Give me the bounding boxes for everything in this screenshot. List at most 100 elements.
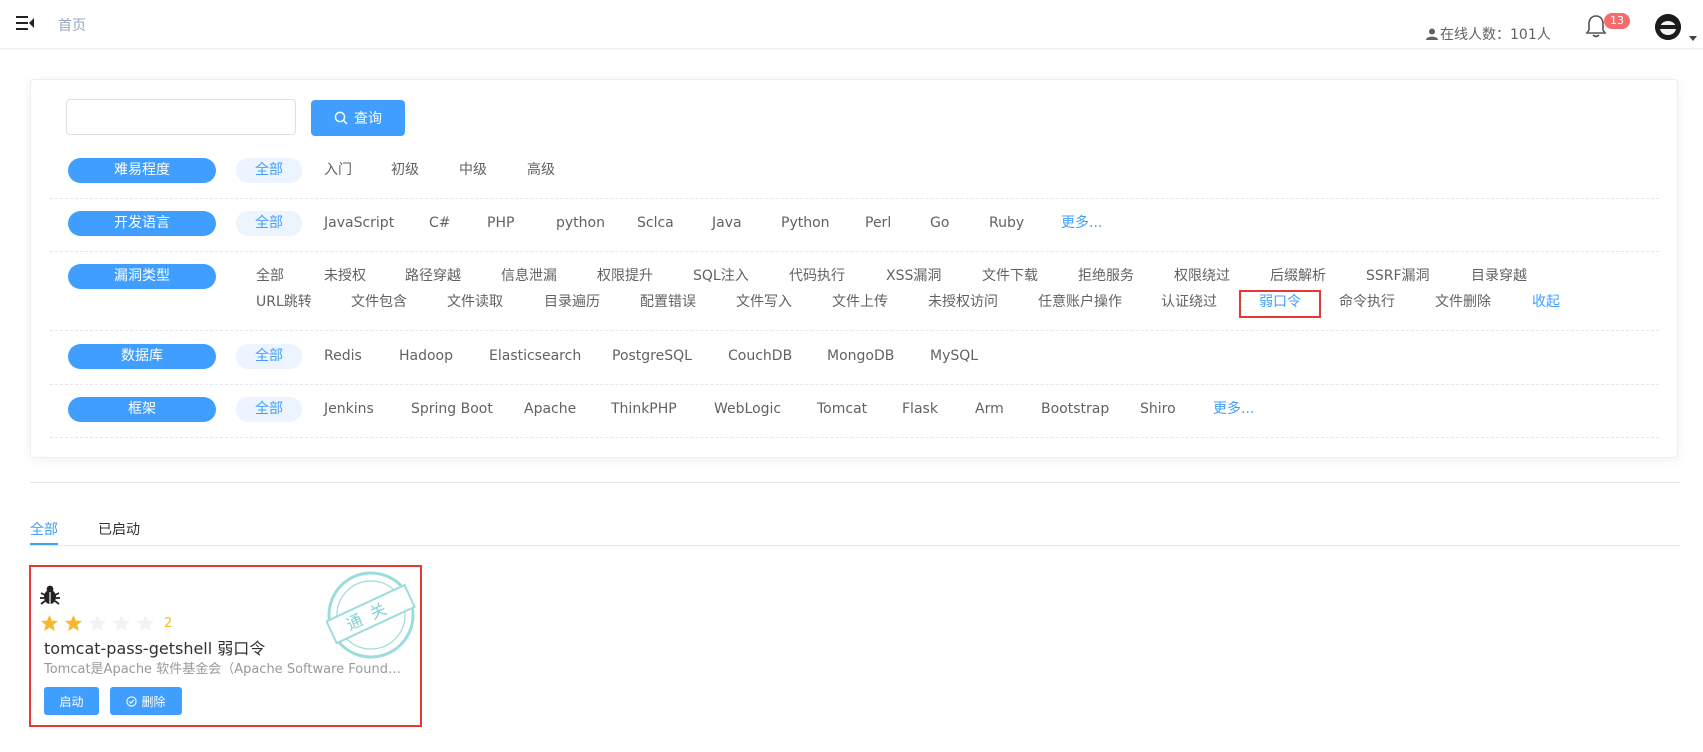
filter-option-vuln[interactable]: 权限绕过	[1174, 264, 1230, 289]
user-icon	[1426, 28, 1438, 40]
filter-option-language[interactable]: python	[556, 211, 605, 236]
filter-option-database[interactable]: Hadoop	[399, 344, 453, 369]
tab-all[interactable]: 全部	[30, 519, 58, 539]
filter-option-vuln[interactable]: 文件下载	[982, 264, 1038, 289]
filter-option-framework[interactable]: Apache	[524, 397, 576, 422]
filter-option-vuln[interactable]: XSS漏洞	[886, 264, 941, 289]
filter-option-framework[interactable]: Flask	[902, 397, 938, 422]
filter-option-vuln[interactable]: 命令执行	[1339, 290, 1395, 315]
filter-option-framework[interactable]: Spring Boot	[411, 397, 493, 422]
star-icon	[136, 614, 155, 632]
filter-option-language[interactable]: Go	[930, 211, 949, 236]
filter-option-vuln[interactable]: 代码执行	[789, 264, 845, 289]
filter-option-vuln-weak-password[interactable]: 弱口令	[1239, 290, 1321, 318]
avatar[interactable]	[1655, 14, 1681, 40]
filter-option-vuln[interactable]: 文件读取	[447, 290, 503, 315]
filter-row-vuln-type: 漏洞类型 全部 未授权 路径穿越 信息泄漏 权限提升 SQL注入 代码执行 XS…	[50, 264, 1659, 331]
menu-fold-icon[interactable]	[16, 14, 34, 32]
filter-option-framework[interactable]: ThinkPHP	[611, 397, 677, 422]
filter-option-language[interactable]: Ruby	[989, 211, 1024, 236]
filter-option-language[interactable]: PHP	[487, 211, 514, 236]
avatar-face-icon	[1655, 14, 1681, 40]
filter-option-database-all[interactable]: 全部	[236, 344, 302, 369]
filter-option-vuln[interactable]: 路径穿越	[405, 264, 461, 289]
filter-option-difficulty[interactable]: 入门	[324, 158, 352, 183]
top-header: 首页 在线人数：101人 13	[0, 0, 1703, 49]
search-button-label: 查询	[354, 111, 382, 127]
filter-option-language-all[interactable]: 全部	[236, 211, 302, 236]
rating-value: 2	[164, 616, 173, 631]
filter-row-framework: 框架 全部 Jenkins Spring Boot Apache ThinkPH…	[50, 397, 1659, 438]
filter-option-difficulty[interactable]: 高级	[527, 158, 555, 183]
circle-check-icon	[126, 695, 138, 707]
filter-label-database: 数据库	[68, 344, 216, 369]
tab-bar-line	[30, 545, 1680, 546]
filter-option-language[interactable]: Sclca	[637, 211, 674, 236]
section-divider	[30, 482, 1680, 483]
delete-button[interactable]: 删除	[110, 687, 182, 715]
filter-option-database[interactable]: Redis	[324, 344, 362, 369]
filter-option-framework-all[interactable]: 全部	[236, 397, 302, 422]
filter-option-vuln[interactable]: SQL注入	[693, 264, 749, 289]
filter-option-difficulty[interactable]: 中级	[459, 158, 487, 183]
filter-option-database[interactable]: PostgreSQL	[612, 344, 692, 369]
filter-option-language[interactable]: Perl	[865, 211, 891, 236]
filter-option-vuln[interactable]: 文件上传	[832, 290, 888, 315]
filter-option-vuln[interactable]: 未授权访问	[928, 290, 998, 315]
search-input[interactable]	[66, 99, 296, 135]
filter-option-difficulty-all[interactable]: 全部	[236, 158, 302, 183]
filter-option-database[interactable]: MySQL	[930, 344, 978, 369]
filter-label-difficulty: 难易程度	[68, 158, 216, 183]
filter-option-vuln[interactable]: 信息泄漏	[501, 264, 557, 289]
filter-label-framework: 框架	[68, 397, 216, 422]
filter-more-language[interactable]: 更多...	[1061, 211, 1102, 236]
filter-option-vuln[interactable]: 配置错误	[640, 290, 696, 315]
filter-option-framework[interactable]: Tomcat	[817, 397, 867, 422]
filter-option-vuln[interactable]: 权限提升	[597, 264, 653, 289]
filter-option-vuln[interactable]: 文件包含	[351, 290, 407, 315]
filter-option-vuln[interactable]: 文件删除	[1435, 290, 1491, 315]
lab-description: Tomcat是Apache 软件基金会（Apache Software Foun…	[44, 662, 406, 677]
search-button[interactable]: 查询	[311, 100, 405, 136]
filter-option-vuln[interactable]: 拒绝服务	[1078, 264, 1134, 289]
lab-title: tomcat-pass-getshell 弱口令	[44, 639, 266, 658]
filter-option-vuln[interactable]: 目录穿越	[1471, 264, 1527, 289]
filter-option-database[interactable]: CouchDB	[728, 344, 792, 369]
filter-option-framework[interactable]: Shiro	[1140, 397, 1176, 422]
filter-option-framework[interactable]: Bootstrap	[1041, 397, 1109, 422]
star-icon	[112, 614, 131, 632]
filter-option-difficulty[interactable]: 初级	[391, 158, 419, 183]
filter-option-vuln[interactable]: SSRF漏洞	[1366, 264, 1430, 289]
filter-row-language: 开发语言 全部 JavaScript C# PHP python Sclca J…	[50, 211, 1659, 252]
filter-option-language[interactable]: JavaScript	[324, 211, 394, 236]
filter-option-vuln[interactable]: URL跳转	[256, 290, 312, 315]
star-icon	[64, 614, 83, 632]
filter-option-vuln[interactable]: 文件写入	[736, 290, 792, 315]
filter-option-language[interactable]: Java	[712, 211, 742, 236]
start-button[interactable]: 启动	[44, 687, 99, 715]
filter-option-database[interactable]: MongoDB	[827, 344, 894, 369]
filter-option-vuln[interactable]: 目录遍历	[544, 290, 600, 315]
filter-option-language[interactable]: C#	[429, 211, 451, 236]
filter-label-vuln-type: 漏洞类型	[68, 264, 216, 289]
filter-option-framework[interactable]: Arm	[975, 397, 1004, 422]
filter-collapse-vuln[interactable]: 收起	[1532, 290, 1560, 315]
filter-option-vuln-all[interactable]: 全部	[256, 264, 284, 289]
filter-option-vuln[interactable]: 认证绕过	[1161, 290, 1217, 315]
delete-button-label: 删除	[141, 694, 166, 709]
tab-started[interactable]: 已启动	[98, 519, 140, 539]
filter-option-vuln[interactable]: 未授权	[324, 264, 366, 289]
filter-more-framework[interactable]: 更多...	[1213, 397, 1254, 422]
filter-label-language: 开发语言	[68, 211, 216, 236]
filter-option-framework[interactable]: WebLogic	[714, 397, 781, 422]
filter-option-framework[interactable]: Jenkins	[324, 397, 374, 422]
filter-option-vuln[interactable]: 任意账户操作	[1038, 290, 1122, 315]
bug-icon	[40, 585, 60, 605]
filter-option-database[interactable]: Elasticsearch	[489, 344, 581, 369]
breadcrumb-home[interactable]: 首页	[58, 15, 86, 35]
filter-option-vuln[interactable]: 后缀解析	[1270, 264, 1326, 289]
avatar-dropdown-caret-icon[interactable]	[1689, 36, 1697, 41]
filter-row-database: 数据库 全部 Redis Hadoop Elasticsearch Postgr…	[50, 344, 1659, 385]
online-users: 在线人数：101人	[1426, 24, 1551, 44]
filter-option-language[interactable]: Python	[781, 211, 830, 236]
